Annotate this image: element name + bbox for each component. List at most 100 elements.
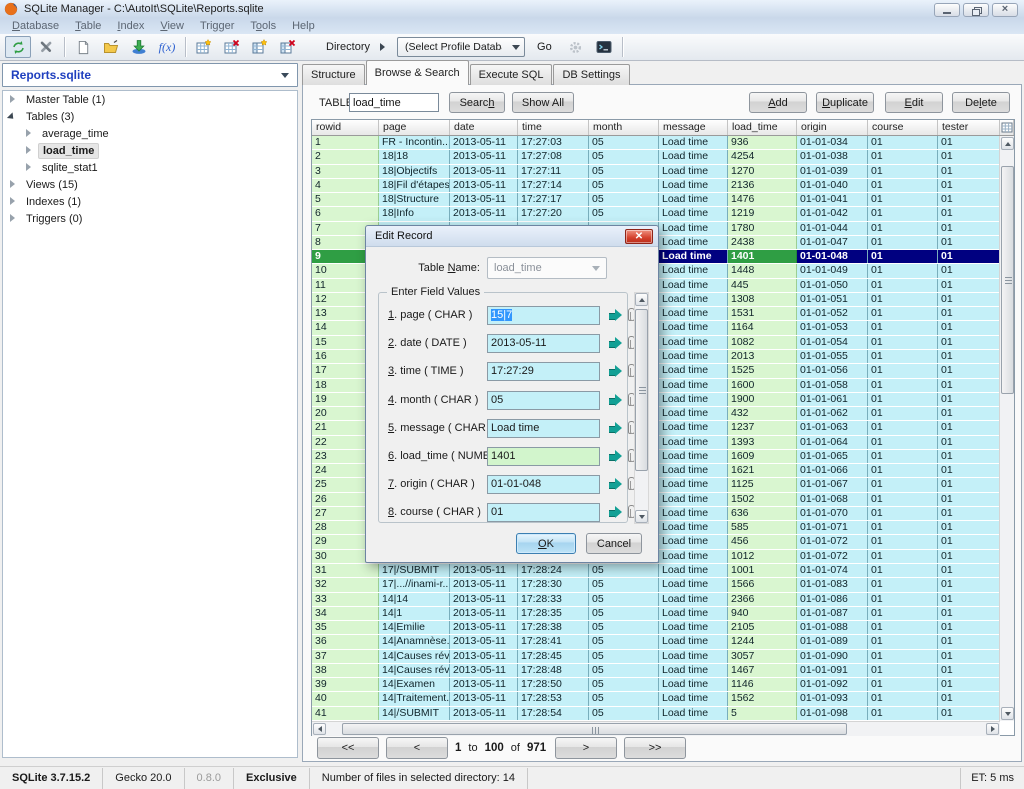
column-header-rowid[interactable]: rowid xyxy=(312,120,379,135)
twisty-icon[interactable] xyxy=(9,95,18,104)
column-header-load_time[interactable]: load_time xyxy=(728,120,797,135)
next-page-button[interactable]: > xyxy=(555,737,617,759)
insert-arrow-icon[interactable] xyxy=(609,394,623,407)
twisty-icon[interactable] xyxy=(25,146,34,155)
column-header-course[interactable]: course xyxy=(868,120,938,135)
scroll-down-button[interactable] xyxy=(1001,707,1014,720)
twisty-icon[interactable] xyxy=(9,214,18,223)
drop-index-button[interactable] xyxy=(275,36,301,58)
add-button[interactable]: Add xyxy=(749,92,807,113)
field-input[interactable]: 2013-05-11 xyxy=(487,334,600,353)
table-row[interactable]: 618|Info2013-05-1117:27:2005Load time121… xyxy=(312,207,1000,221)
column-header-tester[interactable]: tester xyxy=(938,120,1000,135)
table-row[interactable]: 4014|Traitement...2013-05-1117:28:5305Lo… xyxy=(312,692,1000,706)
field-input[interactable]: 1401 xyxy=(487,447,600,466)
create-index-button[interactable] xyxy=(247,36,273,58)
tab-structure[interactable]: Structure xyxy=(302,64,365,85)
duplicate-button[interactable]: Duplicate xyxy=(816,92,874,113)
menu-item[interactable]: Database xyxy=(4,20,67,32)
table-row[interactable]: 3217|...//inami-r...2013-05-1117:28:3005… xyxy=(312,578,1000,592)
table-row[interactable]: 4114|/SUBMIT2013-05-1117:28:5405Load tim… xyxy=(312,707,1000,721)
database-select[interactable]: Reports.sqlite xyxy=(2,63,298,87)
functions-button[interactable]: f(x) xyxy=(154,36,180,58)
tree-item-average_time[interactable]: average_time xyxy=(3,125,297,142)
menu-item[interactable]: Trigger xyxy=(192,20,242,32)
directory-label[interactable]: Directory xyxy=(326,41,370,53)
tree-item-master-table-1-[interactable]: Master Table (1) xyxy=(3,91,297,108)
table-row[interactable]: 318|Objectifs2013-05-1117:27:1105Load ti… xyxy=(312,165,1000,179)
twisty-icon[interactable] xyxy=(9,197,18,206)
import-button[interactable] xyxy=(126,36,152,58)
column-header-origin[interactable]: origin xyxy=(797,120,868,135)
table-row[interactable]: 218|182013-05-1117:27:0805Load time42540… xyxy=(312,150,1000,164)
settings-button[interactable] xyxy=(563,36,589,58)
insert-arrow-icon[interactable] xyxy=(609,309,623,322)
previous-page-button[interactable]: < xyxy=(386,737,448,759)
tree-item-indexes-1-[interactable]: Indexes (1) xyxy=(3,193,297,210)
directory-flyout-icon[interactable] xyxy=(380,43,385,51)
dialog-scrollbar[interactable] xyxy=(634,292,649,524)
edit-button[interactable]: Edit xyxy=(885,92,943,113)
menu-item[interactable]: Index xyxy=(109,20,152,32)
menu-item[interactable]: Table xyxy=(67,20,109,32)
horizontal-scroll-thumb[interactable] xyxy=(342,723,847,735)
tab-db-settings[interactable]: DB Settings xyxy=(553,64,629,85)
refresh-button[interactable] xyxy=(5,36,31,58)
twisty-icon[interactable] xyxy=(9,112,18,121)
open-database-button[interactable] xyxy=(98,36,124,58)
table-row[interactable]: 518|Structure2013-05-1117:27:1705Load ti… xyxy=(312,193,1000,207)
table-row[interactable]: 3714|Causes rév...2013-05-1117:28:4505Lo… xyxy=(312,650,1000,664)
insert-arrow-icon[interactable] xyxy=(609,478,623,491)
tools-button[interactable] xyxy=(33,36,59,58)
column-header-time[interactable]: time xyxy=(518,120,589,135)
insert-arrow-icon[interactable] xyxy=(609,365,623,378)
column-header-month[interactable]: month xyxy=(589,120,659,135)
tree-item-load_time[interactable]: load_time xyxy=(3,142,297,159)
field-input[interactable]: Load time xyxy=(487,419,600,438)
table-row[interactable]: 3414|12013-05-1117:28:3505Load time94001… xyxy=(312,607,1000,621)
cancel-button[interactable]: Cancel xyxy=(586,533,642,554)
dialog-scroll-thumb[interactable] xyxy=(635,309,648,471)
insert-arrow-icon[interactable] xyxy=(609,506,623,519)
tree-item-tables-3-[interactable]: Tables (3) xyxy=(3,108,297,125)
menu-item[interactable]: View xyxy=(152,20,192,32)
horizontal-scrollbar[interactable] xyxy=(312,721,1000,736)
menu-item[interactable]: Tools xyxy=(242,20,284,32)
scroll-up-button[interactable] xyxy=(635,293,648,306)
table-row[interactable]: 3117|/SUBMIT2013-05-1117:28:2405Load tim… xyxy=(312,564,1000,578)
field-input[interactable]: 15|7 xyxy=(487,306,600,325)
table-row[interactable]: 3914|Examen2013-05-1117:28:5005Load time… xyxy=(312,678,1000,692)
close-button[interactable]: × xyxy=(992,3,1018,17)
restore-button[interactable] xyxy=(963,3,989,17)
insert-arrow-icon[interactable] xyxy=(609,450,623,463)
search-button[interactable]: Search xyxy=(449,92,505,113)
tab-browse-search[interactable]: Browse & Search xyxy=(366,60,469,85)
scroll-up-button[interactable] xyxy=(1001,137,1014,150)
tab-execute-sql[interactable]: Execute SQL xyxy=(470,64,553,85)
twisty-icon[interactable] xyxy=(25,129,34,138)
tree-item-sqlite_stat1[interactable]: sqlite_stat1 xyxy=(3,159,297,176)
twisty-icon[interactable] xyxy=(25,163,34,172)
scroll-down-button[interactable] xyxy=(635,510,648,523)
menu-item[interactable]: Help xyxy=(284,20,323,32)
field-input[interactable]: 17:27:29 xyxy=(487,362,600,381)
vertical-scroll-thumb[interactable] xyxy=(1001,166,1014,394)
last-page-button[interactable]: >> xyxy=(624,737,686,759)
create-table-button[interactable] xyxy=(191,36,217,58)
new-database-button[interactable] xyxy=(70,36,96,58)
field-input[interactable]: 05 xyxy=(487,391,600,410)
column-header-message[interactable]: message xyxy=(659,120,728,135)
insert-arrow-icon[interactable] xyxy=(609,337,623,350)
field-input[interactable]: 01 xyxy=(487,503,600,522)
table-row[interactable]: 1FR - Incontin...2013-05-1117:27:0305Loa… xyxy=(312,136,1000,150)
tree-item-views-15-[interactable]: Views (15) xyxy=(3,176,297,193)
profile-database-select[interactable]: (Select Profile Database) xyxy=(397,37,525,57)
console-button[interactable] xyxy=(591,36,617,58)
show-all-button[interactable]: Show All xyxy=(512,92,574,113)
vertical-scrollbar[interactable] xyxy=(999,136,1014,721)
column-header-date[interactable]: date xyxy=(450,120,518,135)
table-row[interactable]: 3614|Anamnèse...2013-05-1117:28:4105Load… xyxy=(312,635,1000,649)
table-row[interactable]: 3314|142013-05-1117:28:3305Load time2366… xyxy=(312,593,1000,607)
field-input[interactable]: 01-01-048 xyxy=(487,475,600,494)
table-row[interactable]: 418|Fil d'étapes2013-05-1117:27:1405Load… xyxy=(312,179,1000,193)
